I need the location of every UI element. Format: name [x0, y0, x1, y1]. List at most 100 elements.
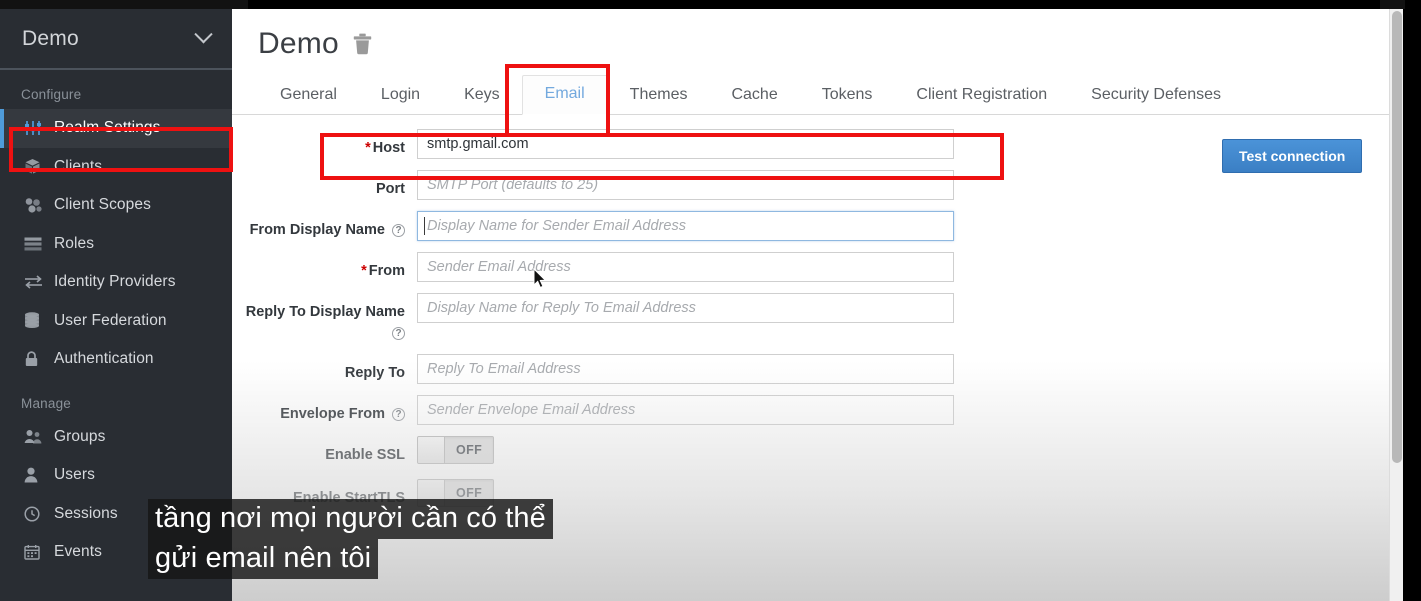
- subtitle-line-2: gửi email nên tôi: [148, 539, 379, 579]
- exchange-icon: [24, 275, 54, 289]
- field-label-envelope-from: Envelope From ?: [232, 395, 417, 425]
- page-title: Demo: [258, 27, 339, 60]
- sidebar-item-label: Groups: [54, 427, 106, 445]
- tab-email[interactable]: Email: [521, 75, 608, 115]
- tab-bar: General Login Keys Email Themes Cache To…: [232, 74, 1403, 115]
- sidebar-item-client-scopes[interactable]: Client Scopes: [0, 186, 232, 225]
- sidebar-item-label: Sessions: [54, 504, 118, 522]
- subtitle-line-1: tầng nơi mọi người cần có thể: [148, 499, 553, 539]
- user-icon: [24, 467, 54, 483]
- field-label-from-display-name: From Display Name ?: [232, 211, 417, 241]
- page-header: Demo: [232, 9, 1403, 61]
- tab-themes[interactable]: Themes: [608, 77, 710, 115]
- field-label-reply-to-display-name: Reply To Display Name ?: [245, 304, 405, 340]
- field-label-from: * From: [361, 263, 405, 279]
- field-control-port: [417, 170, 954, 200]
- help-icon[interactable]: ?: [392, 408, 405, 422]
- sidebar-item-label: Roles: [54, 234, 95, 252]
- field-label-enable-ssl: Enable SSL: [325, 447, 405, 464]
- enable-ssl-toggle[interactable]: OFF: [417, 436, 495, 465]
- sidebar-item-label: Users: [54, 466, 95, 484]
- form-row-from: * From: [232, 252, 1403, 282]
- field-control-enable-ssl: OFF: [417, 436, 495, 468]
- form-row-from-display-name: From Display Name ?: [232, 211, 1403, 241]
- envelope-from-input[interactable]: [417, 395, 954, 426]
- tab-cache[interactable]: Cache: [709, 77, 799, 115]
- sidebar-item-label: Client Scopes: [54, 196, 151, 214]
- help-icon[interactable]: ?: [392, 224, 405, 237]
- realm-selector[interactable]: Demo: [0, 9, 232, 70]
- scrollbar-thumb[interactable]: [1392, 11, 1402, 463]
- help-icon[interactable]: ?: [392, 326, 405, 340]
- form-row-reply-to: Reply To: [232, 354, 1403, 385]
- sidebar-item-roles[interactable]: Roles: [0, 225, 232, 264]
- test-connection-button[interactable]: Test connection: [1222, 139, 1363, 173]
- page-scrollbar[interactable]: [1389, 9, 1403, 601]
- host-input[interactable]: [417, 129, 954, 159]
- cube-icon: [24, 158, 54, 175]
- sidebar-item-authentication[interactable]: Authentication: [0, 340, 232, 379]
- form-row-port: Port: [232, 170, 1403, 200]
- field-label-reply-to: Reply To: [344, 365, 405, 382]
- sidebar-item-user-federation[interactable]: User Federation: [0, 302, 232, 341]
- video-right-frame: [1403, 0, 1421, 601]
- sidebar-item-label: Identity Providers: [54, 273, 176, 291]
- top-bar-segment-right: [1380, 0, 1405, 9]
- field-label-host: * Host: [365, 140, 405, 156]
- sliders-icon: [24, 120, 54, 136]
- required-marker: *: [365, 140, 371, 156]
- sidebar-item-label: Authentication: [54, 350, 154, 368]
- lock-icon: [24, 351, 54, 368]
- from-input[interactable]: [417, 252, 954, 282]
- sidebar-section-configure: Configure: [21, 87, 82, 102]
- sidebar-item-clients[interactable]: Clients: [0, 148, 232, 187]
- field-control-reply-to: [417, 354, 954, 385]
- list-icon: [24, 237, 54, 251]
- reply-to-display-name-input[interactable]: [417, 293, 954, 323]
- field-control-host: Test connection: [417, 129, 1363, 173]
- realm-selector-name: Demo: [22, 26, 79, 50]
- users-group-icon: [24, 429, 54, 445]
- clock-icon: [24, 506, 54, 522]
- field-control-from: [417, 252, 954, 282]
- sidebar-section-manage: Manage: [21, 395, 71, 411]
- text-caret: [424, 217, 425, 235]
- sidebar-item-users[interactable]: Users: [0, 456, 232, 495]
- blocks-icon: [24, 197, 54, 214]
- video-top-bar: [0, 0, 1421, 9]
- top-bar-segment-left: [0, 0, 248, 9]
- tab-tokens[interactable]: Tokens: [800, 77, 895, 115]
- calendar-icon: [24, 544, 54, 560]
- sidebar-item-label: Clients: [54, 157, 103, 175]
- sidebar-item-label: Realm Settings: [54, 119, 161, 137]
- form-row-host: *Host Test connection: [232, 129, 1403, 173]
- form-row-reply-to-display-name: Reply To Display Name ?: [232, 293, 1403, 343]
- sidebar-item-realm-settings[interactable]: Realm Settings: [0, 109, 232, 148]
- field-control-from-display-name: [417, 211, 954, 241]
- tab-keys[interactable]: Keys: [442, 77, 522, 115]
- field-control-envelope-from: [417, 395, 954, 426]
- screen-root: Demo Configure Realm Settings Clients Cl…: [0, 0, 1421, 601]
- form-row-envelope-from: Envelope From ?: [232, 395, 1403, 426]
- sidebar-item-groups[interactable]: Groups: [0, 418, 232, 457]
- trash-icon[interactable]: [353, 33, 372, 55]
- field-label-port: Port: [376, 181, 405, 197]
- database-icon: [24, 312, 54, 329]
- required-marker: *: [361, 263, 367, 279]
- tab-login[interactable]: Login: [359, 77, 442, 115]
- chevron-down-icon: [194, 25, 213, 44]
- toggle-state-label: OFF: [456, 443, 483, 458]
- port-input[interactable]: [417, 170, 954, 200]
- subtitle-overlay: tầng nơi mọi người cần có thể gửi email …: [148, 499, 553, 579]
- tab-security-defenses[interactable]: Security Defenses: [1069, 77, 1243, 115]
- sidebar-item-identity-providers[interactable]: Identity Providers: [0, 263, 232, 302]
- sidebar-item-label: Events: [54, 543, 102, 561]
- field-control-reply-to-display-name: [417, 293, 954, 323]
- tab-general[interactable]: General: [258, 77, 359, 115]
- toggle-knob: [418, 437, 445, 464]
- email-settings-form: *Host Test connection Port From Display …: [232, 115, 1403, 511]
- form-row-enable-ssl: Enable SSL OFF: [232, 436, 1403, 468]
- reply-to-input[interactable]: [417, 354, 954, 385]
- tab-client-registration[interactable]: Client Registration: [894, 77, 1069, 115]
- from-display-name-input[interactable]: [417, 211, 954, 241]
